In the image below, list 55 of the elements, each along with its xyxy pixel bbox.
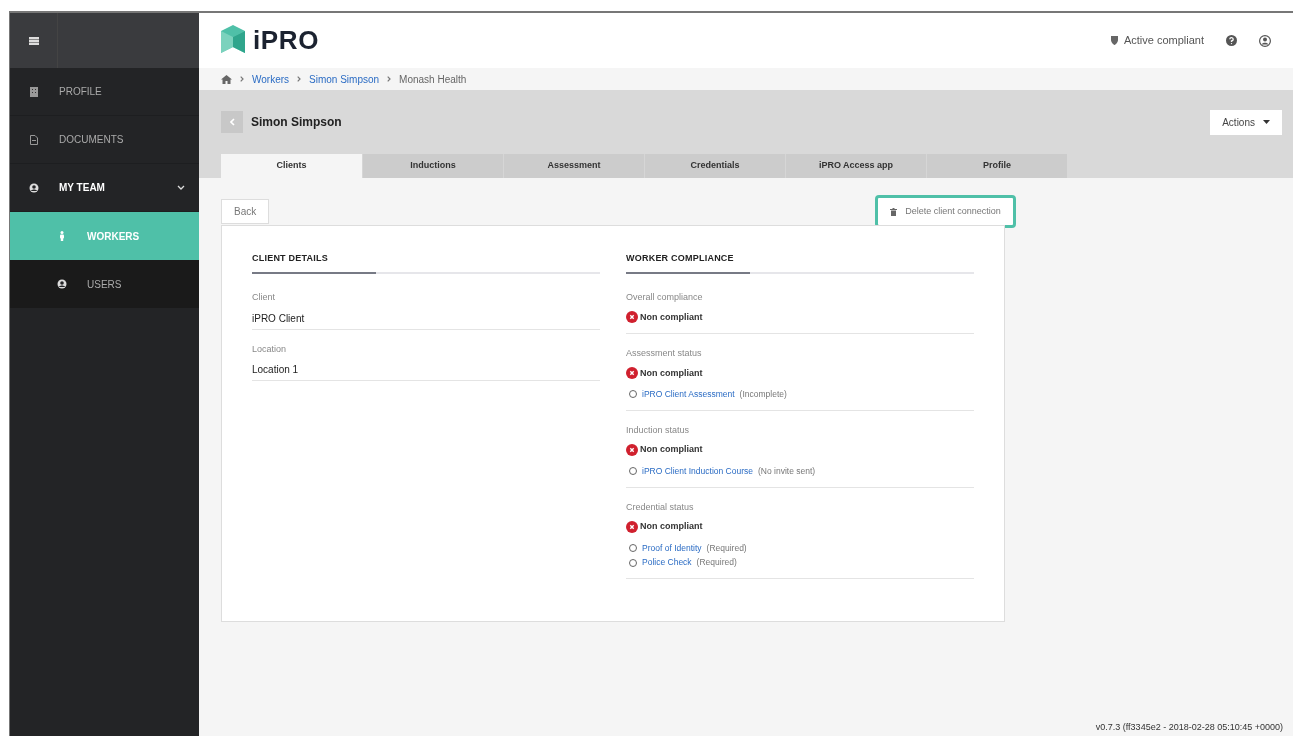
app-logo[interactable]: iPRO bbox=[221, 21, 320, 60]
shield-icon bbox=[1110, 36, 1118, 45]
caret-down-icon bbox=[1263, 120, 1270, 124]
status-label: Credential status bbox=[626, 500, 695, 514]
requirement-note: (Incomplete) bbox=[739, 388, 787, 401]
breadcrumb-link[interactable]: Workers bbox=[252, 71, 290, 87]
sidebar-subitem[interactable]: USERS bbox=[10, 260, 199, 308]
menu-icon[interactable] bbox=[28, 36, 39, 45]
field-value: Location 1 bbox=[252, 363, 300, 377]
chevron-right-icon bbox=[240, 76, 244, 82]
status-text: Non compliant bbox=[640, 443, 703, 457]
section-heading: CLIENT DETAILS bbox=[252, 252, 329, 265]
requirement-note: (Required) bbox=[696, 556, 737, 569]
chevron-down-icon bbox=[177, 185, 185, 190]
requirement-link[interactable]: iPRO Client Assessment bbox=[642, 388, 735, 401]
user-circle-icon bbox=[29, 182, 39, 193]
status-label: Induction status bbox=[626, 423, 691, 437]
tab[interactable]: Clients bbox=[221, 154, 362, 178]
status-text: Non compliant bbox=[640, 310, 703, 324]
status-label: Overall compliance bbox=[626, 291, 704, 304]
tab[interactable]: Profile bbox=[926, 154, 1067, 178]
back-button[interactable]: Back bbox=[221, 199, 270, 224]
requirement-note: (No invite sent) bbox=[758, 464, 816, 478]
status-text: Non compliant bbox=[640, 366, 703, 380]
person-icon bbox=[57, 231, 67, 241]
requirement-link[interactable]: Police Check bbox=[642, 556, 692, 569]
chevron-right-icon bbox=[387, 76, 392, 82]
compliance-status: Active compliant bbox=[1123, 33, 1204, 49]
status-text: Non compliant bbox=[640, 520, 703, 533]
page-title: Simon Simpson bbox=[251, 114, 342, 131]
user-circle-icon bbox=[57, 279, 67, 289]
field-label: Client bbox=[252, 291, 276, 304]
version-text: v0.7.3 (ff3345e2 - 2018-02-28 05:10:45 +0000) bbox=[1095, 720, 1283, 734]
help-icon[interactable] bbox=[1226, 35, 1237, 46]
tab[interactable]: Credentials bbox=[644, 154, 785, 178]
requirement-note: (Required) bbox=[706, 541, 747, 555]
chevron-left-icon bbox=[229, 118, 235, 126]
field-value: iPRO Client bbox=[252, 311, 306, 326]
chevron-right-icon bbox=[297, 76, 302, 82]
tab[interactable]: iPRO Access app bbox=[785, 154, 926, 178]
section-heading: WORKER COMPLIANCE bbox=[626, 252, 735, 265]
requirement-link[interactable]: iPRO Client Induction Course bbox=[642, 464, 754, 478]
field-label: Location bbox=[252, 342, 288, 356]
breadcrumb-current: Monash Health bbox=[399, 72, 467, 87]
trash-icon bbox=[890, 207, 898, 216]
requirement-link[interactable]: Proof of Identity bbox=[642, 541, 702, 555]
home-icon[interactable] bbox=[221, 74, 232, 84]
status-label: Assessment status bbox=[626, 347, 703, 360]
building-icon bbox=[29, 86, 39, 97]
tab[interactable]: Inductions bbox=[362, 154, 503, 178]
user-account-icon[interactable] bbox=[1259, 34, 1271, 47]
tab[interactable]: Assessment bbox=[503, 154, 644, 178]
breadcrumb-link[interactable]: Simon Simpson bbox=[309, 71, 380, 87]
document-icon bbox=[29, 134, 39, 145]
actions-button[interactable]: Actions bbox=[1210, 109, 1282, 135]
